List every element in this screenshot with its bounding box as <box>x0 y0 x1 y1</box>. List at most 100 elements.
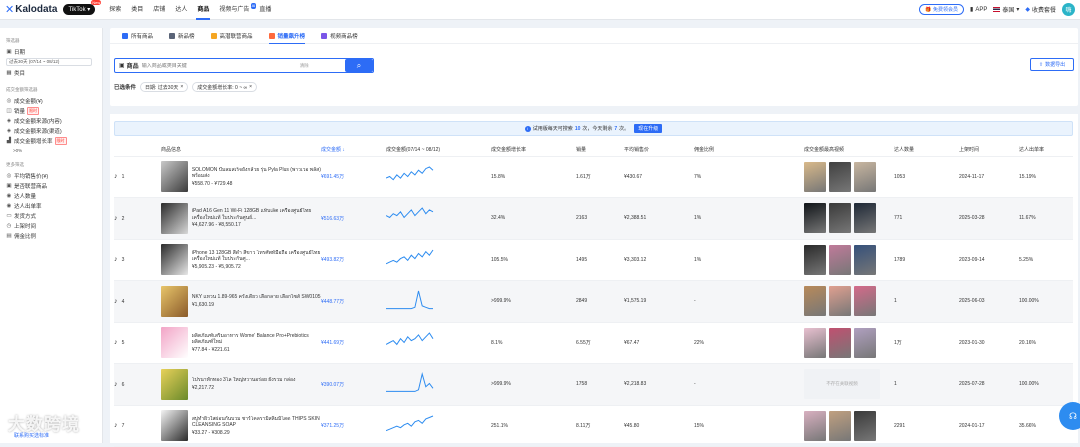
close-icon[interactable]: × <box>249 84 252 90</box>
video-thumbnail[interactable] <box>854 410 876 441</box>
tab-high-potential[interactable]: 高潜联营商品 <box>203 28 261 44</box>
col-growth[interactable]: 成交金额增长率 <box>491 144 576 157</box>
col-creators[interactable]: 达人数量 <box>894 144 959 157</box>
avatar[interactable]: 嗨 <box>1062 3 1075 16</box>
col-avg-price[interactable]: 平均销售价 <box>624 144 694 157</box>
nav-category[interactable]: 类目 <box>126 0 148 20</box>
filter-category[interactable]: ▦ 类目 <box>6 68 102 78</box>
nav-creator[interactable]: 达人 <box>170 0 192 20</box>
launch-date-cell: 2025-06-03 <box>959 280 1019 323</box>
filter-creator-rate[interactable]: ◉ 达人出单率 <box>6 201 102 211</box>
search-input[interactable] <box>141 62 292 69</box>
video-thumbnail[interactable] <box>804 203 826 234</box>
nav-video-ads[interactable]: 视频与广告 AI <box>214 0 257 20</box>
table-row[interactable]: ♪ 7 สบู่ทำผิวใสผ่อนกันบวม ชาร์โคลรามิสลิ… <box>114 405 1073 447</box>
app-link[interactable]: ▮ APP <box>970 6 987 14</box>
region-select[interactable]: 泰国 ▾ <box>993 5 1019 14</box>
filter-source-channel[interactable]: ◈ 成交金额来源(渠道) <box>6 126 102 136</box>
upgrade-button[interactable]: 现在升级 <box>634 124 663 133</box>
col-amount[interactable]: 成交金额 ↓ <box>321 144 386 157</box>
col-creator-rate[interactable]: 达人出单率 <box>1019 144 1073 157</box>
tab-sales-surge[interactable]: 销量飙升榜 <box>261 28 314 44</box>
product-image[interactable] <box>161 410 188 442</box>
table-row[interactable]: ♪ 2 iPad A16 Gen 11 Wi-Fi 128GB แท็บเล็ต… <box>114 197 1073 240</box>
search-button[interactable]: ⌕ <box>345 59 373 72</box>
filter-creator-count[interactable]: ◉ 达人数量 <box>6 191 102 201</box>
filter-launch-date[interactable]: ◷ 上架时间 <box>6 221 102 231</box>
table-row[interactable]: ♪ 1 SOLOMON ปั๊มลมสเร็จยังกล้วย รุ่น Pyl… <box>114 156 1073 198</box>
product-image[interactable] <box>161 244 188 276</box>
filter-date[interactable]: ▣ 日期 <box>6 47 102 57</box>
product-name[interactable]: โปรนาทักทอง 3โล ใหญ่หวานอร่อย ยังรวม กล่… <box>192 377 321 384</box>
product-image[interactable] <box>161 285 188 317</box>
amount-cell: ¥371.25万 <box>321 405 386 447</box>
nav-product[interactable]: 商品 <box>192 0 214 20</box>
tab-video-products[interactable]: 视频商品榜 <box>313 28 366 44</box>
export-button[interactable]: ⇪ 数据导出 <box>1030 58 1074 71</box>
row-index: 5 <box>121 340 125 347</box>
col-commission[interactable]: 佣金比例 <box>694 144 804 157</box>
close-icon[interactable]: × <box>180 84 183 90</box>
video-thumbnail[interactable] <box>829 161 851 192</box>
growth-value[interactable]: >0% <box>12 146 22 154</box>
customer-service-button[interactable]: ☊ <box>1059 402 1080 430</box>
tab-new-products[interactable]: 新品榜 <box>161 28 203 44</box>
product-name[interactable]: iPad A16 Gen 11 Wi-Fi 128GB แท็บเล็ต เคร… <box>192 208 321 221</box>
product-name[interactable]: SOLOMON ปั๊มลมสเร็จยังกล้วย รุ่น Pyla Pl… <box>192 167 321 180</box>
table-row[interactable]: ♪ 5 ผลิตภัณฑ์เสริมอาหาร Wome' Balance Pr… <box>114 322 1073 364</box>
video-thumbnail[interactable] <box>854 327 876 358</box>
filter-growth[interactable]: ▟ 成交金额增长率 限时 <box>6 136 102 146</box>
product-name[interactable]: iPhone 13 128GB สีดำ สีขาว โทรศัพท์มือถื… <box>192 250 321 263</box>
table-row[interactable]: ♪ 3 iPhone 13 128GB สีดำ สีขาว โทรศัพท์ม… <box>114 239 1073 281</box>
filter-commission[interactable]: ▤ 佣金比例 <box>6 231 102 241</box>
video-thumbnail[interactable] <box>854 161 876 192</box>
video-thumbnail[interactable] <box>804 327 826 358</box>
date-range-select[interactable]: 过去30天 (07/14 ~ 08/12) <box>6 58 92 66</box>
video-thumbnail[interactable] <box>804 286 826 317</box>
clear-button[interactable]: 清除 <box>300 63 309 69</box>
video-thumbnail[interactable] <box>829 327 851 358</box>
filter-sales[interactable]: ◫ 销量 限时 <box>6 106 102 116</box>
platform-switch[interactable]: TikTok ▾ New <box>63 0 102 15</box>
chip-growth[interactable]: 成交金额增长率: 0 ~ ∞ × <box>192 82 258 92</box>
pricing-link[interactable]: ◆ 收费套餐 <box>1025 5 1056 14</box>
video-thumbnail[interactable] <box>804 161 826 192</box>
product-name[interactable]: สบู่ทำผิวใสผ่อนกันบวม ชาร์โคลรามิสลิมมิ์… <box>192 416 321 429</box>
filter-shipping[interactable]: ▭ 发货方式 <box>6 211 102 221</box>
video-thumbnail[interactable] <box>804 410 826 441</box>
video-thumbnail[interactable] <box>854 286 876 317</box>
export-icon: ⇪ <box>1038 61 1044 68</box>
video-thumbnail[interactable] <box>829 410 851 441</box>
product-name[interactable]: NKY แหวน 1.89-965 ครั้งเดียว เลือกลาย เล… <box>192 294 321 301</box>
table-row[interactable]: ♪ 4 NKY แหวน 1.89-965 ครั้งเดียว เลือกลา… <box>114 280 1073 323</box>
tab-all-products[interactable]: 所有商品 <box>114 28 161 44</box>
kalodata-logo[interactable]: ✕ Kalodata <box>5 3 57 16</box>
nav-shop[interactable]: 店铺 <box>148 0 170 20</box>
col-sales[interactable]: 销量 <box>576 144 624 157</box>
row-index: 6 <box>121 381 125 388</box>
product-image[interactable] <box>161 161 188 193</box>
watermark-sub[interactable]: 联系购买选标准 <box>14 432 49 439</box>
video-thumbnail[interactable] <box>829 203 851 234</box>
chip-date[interactable]: 日期: 过去30天 × <box>140 82 189 92</box>
filter-affiliate[interactable]: ▣ 是否联营商品 <box>6 181 102 191</box>
filter-source-content[interactable]: ◈ 成交金额来源(内容) <box>6 116 102 126</box>
product-name[interactable]: ผลิตภัณฑ์เสริมอาหาร Wome' Balance Pro+Pr… <box>192 333 321 346</box>
nav-live[interactable]: 直播 <box>254 0 276 20</box>
video-thumbnail[interactable] <box>829 244 851 275</box>
product-image[interactable] <box>161 202 188 234</box>
filter-amount[interactable]: ◎ 成交金额(¥) <box>6 96 102 106</box>
video-thumbnail[interactable] <box>854 203 876 234</box>
col-product: 商品信息 <box>161 144 321 157</box>
product-image[interactable] <box>161 368 188 400</box>
nav-explore[interactable]: 探索 <box>104 0 126 20</box>
col-launch-date[interactable]: 上架时间 <box>959 144 1019 157</box>
video-thumbnail[interactable] <box>804 244 826 275</box>
table-row[interactable]: ♪ 6 โปรนาทักทอง 3โล ใหญ่หวานอร่อย ยังรวม… <box>114 363 1073 406</box>
filter-avg-price[interactable]: ◎ 平均销售价(¥) <box>6 171 102 181</box>
commission-cell: 1% <box>694 239 804 281</box>
product-image[interactable] <box>161 327 188 359</box>
free-member-button[interactable]: 🎁 免费领会员 <box>919 4 964 15</box>
video-thumbnail[interactable] <box>854 244 876 275</box>
video-thumbnail[interactable] <box>829 286 851 317</box>
